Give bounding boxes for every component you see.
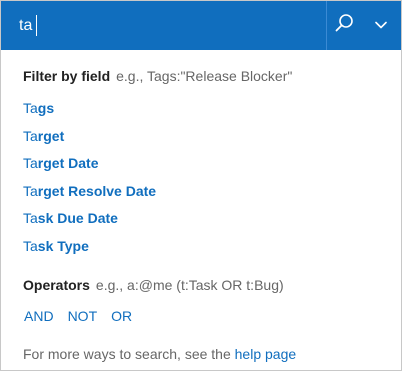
field-rest-text: gs bbox=[37, 100, 55, 116]
footer-text: For more ways to search, see the bbox=[23, 346, 235, 362]
field-option-target-resolve-date[interactable]: Target Resolve Date bbox=[23, 183, 156, 199]
filter-by-field-hint: e.g., Tags:"Release Blocker" bbox=[116, 68, 293, 84]
field-option-task-type[interactable]: Task Type bbox=[23, 238, 89, 254]
search-dropdown-panel: Filter by field e.g., Tags:"Release Block… bbox=[0, 0, 402, 371]
field-option-tags[interactable]: Tags bbox=[23, 100, 54, 116]
field-match-text: Ta bbox=[23, 128, 38, 144]
search-icon bbox=[334, 13, 354, 38]
field-option-target-date[interactable]: Target Date bbox=[23, 155, 98, 171]
operators-hint: e.g., a:@me (t:Task OR t:Bug) bbox=[95, 277, 284, 293]
operator-not[interactable]: NOT bbox=[68, 308, 98, 324]
help-page-link[interactable]: help page bbox=[235, 346, 297, 362]
chevron-down-icon bbox=[374, 17, 388, 35]
text-cursor bbox=[36, 15, 37, 36]
operators-list: AND NOT OR bbox=[24, 308, 146, 324]
field-option-target[interactable]: Target bbox=[23, 128, 64, 144]
field-match-text: Ta bbox=[23, 183, 38, 199]
field-match-text: Ta bbox=[23, 100, 38, 116]
field-rest-text: rget bbox=[37, 128, 65, 144]
filter-by-field-heading: Filter by field e.g., Tags:"Release Block… bbox=[23, 68, 292, 84]
operators-heading: Operators e.g., a:@me (t:Task OR t:Bug) bbox=[23, 277, 284, 293]
search-input[interactable] bbox=[19, 16, 299, 36]
help-footer: For more ways to search, see the help pa… bbox=[23, 346, 296, 362]
operators-title: Operators bbox=[23, 277, 90, 293]
field-rest-text: sk Type bbox=[37, 238, 89, 254]
search-button[interactable] bbox=[327, 1, 361, 50]
filter-by-field-title: Filter by field bbox=[23, 68, 111, 84]
field-rest-text: rget Resolve Date bbox=[37, 183, 157, 199]
expand-options-button[interactable] bbox=[361, 1, 401, 50]
field-match-text: Ta bbox=[23, 155, 38, 171]
field-rest-text: sk Due Date bbox=[37, 210, 118, 226]
field-option-task-due-date[interactable]: Task Due Date bbox=[23, 210, 118, 226]
operator-and[interactable]: AND bbox=[24, 308, 54, 324]
field-rest-text: rget Date bbox=[37, 155, 99, 171]
field-match-text: Ta bbox=[23, 210, 38, 226]
operator-or[interactable]: OR bbox=[111, 308, 132, 324]
field-match-text: Ta bbox=[23, 238, 38, 254]
search-bar bbox=[1, 1, 401, 50]
